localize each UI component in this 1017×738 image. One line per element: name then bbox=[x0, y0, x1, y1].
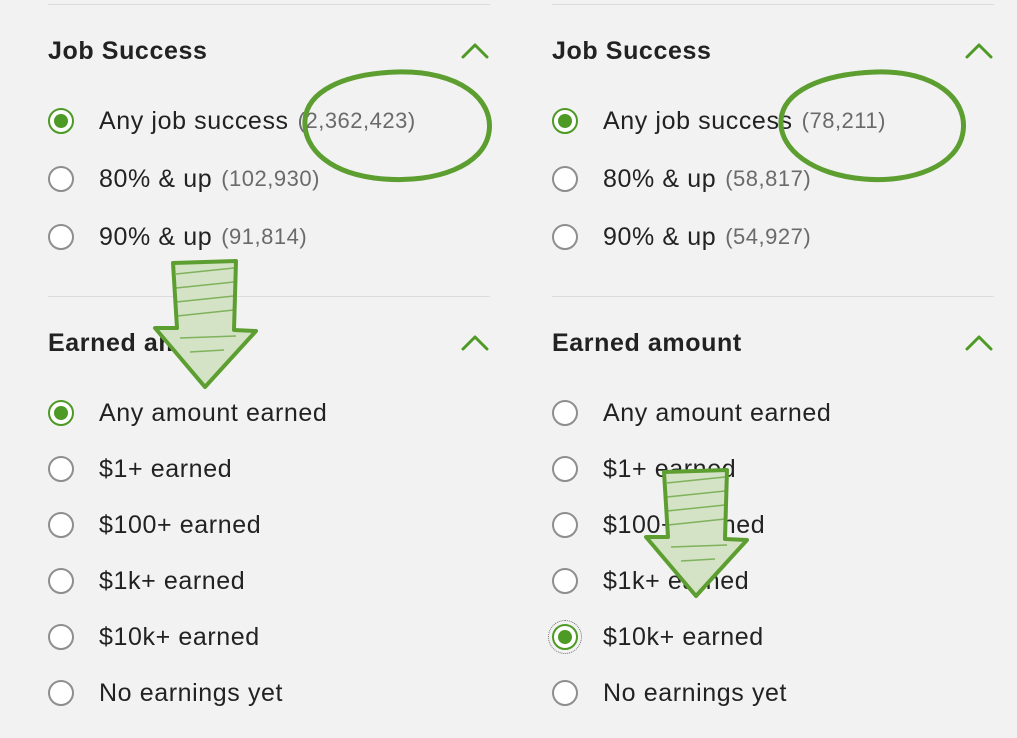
option-label: $100+ earned bbox=[99, 510, 262, 539]
option-count: (2,362,423) bbox=[297, 108, 416, 133]
option-label: No earnings yet bbox=[99, 678, 284, 707]
radio-button[interactable] bbox=[552, 400, 578, 426]
option-label: 90% & up bbox=[99, 222, 213, 251]
filter-panel-right: Job Success Any job success (78,211) 80%… bbox=[548, 0, 994, 738]
option-label: Any job success bbox=[603, 106, 793, 135]
radio-button[interactable] bbox=[552, 512, 578, 538]
radio-button[interactable] bbox=[48, 512, 74, 538]
radio-option-1-plus[interactable]: $1+ earned bbox=[48, 453, 232, 485]
radio-option-any-amount[interactable]: Any amount earned bbox=[552, 397, 831, 429]
option-label: No earnings yet bbox=[603, 678, 788, 707]
radio-button[interactable] bbox=[48, 224, 74, 250]
option-label: $1+ earned bbox=[99, 454, 233, 483]
radio-button[interactable] bbox=[552, 568, 578, 594]
job-success-heading: Job Success bbox=[552, 37, 712, 65]
radio-button[interactable] bbox=[552, 224, 578, 250]
radio-button[interactable] bbox=[552, 680, 578, 706]
job-success-heading: Job Success bbox=[48, 37, 208, 65]
radio-option-80-up[interactable]: 80% & up (58,817) bbox=[552, 163, 811, 195]
radio-button[interactable] bbox=[48, 456, 74, 482]
option-count: (102,930) bbox=[221, 166, 320, 191]
option-count: (78,211) bbox=[801, 108, 886, 133]
option-count: (54,927) bbox=[725, 224, 812, 249]
radio-option-80-up[interactable]: 80% & up (102,930) bbox=[48, 163, 320, 195]
radio-option-90-up[interactable]: 90% & up (91,814) bbox=[48, 221, 307, 253]
option-label: $100+ earned bbox=[603, 510, 766, 539]
radio-button-checked[interactable] bbox=[552, 108, 578, 134]
radio-button[interactable] bbox=[552, 456, 578, 482]
radio-button[interactable] bbox=[552, 166, 578, 192]
radio-button[interactable] bbox=[48, 680, 74, 706]
option-count: (91,814) bbox=[221, 224, 308, 249]
radio-option-90-up[interactable]: 90% & up (54,927) bbox=[552, 221, 811, 253]
option-label: 80% & up bbox=[603, 164, 717, 193]
radio-button-checked[interactable] bbox=[48, 400, 74, 426]
option-label: $1+ earned bbox=[603, 454, 737, 483]
radio-option-no-earnings[interactable]: No earnings yet bbox=[48, 677, 283, 709]
radio-option-1k-plus[interactable]: $1k+ earned bbox=[48, 565, 245, 597]
radio-option-1-plus[interactable]: $1+ earned bbox=[552, 453, 736, 485]
radio-option-100-plus[interactable]: $100+ earned bbox=[48, 509, 261, 541]
option-label: Any amount earned bbox=[99, 398, 328, 427]
divider bbox=[48, 296, 490, 297]
chevron-up-icon[interactable] bbox=[964, 40, 994, 62]
option-count: (58,817) bbox=[725, 166, 812, 191]
option-label: $1k+ earned bbox=[603, 566, 750, 595]
divider bbox=[552, 296, 994, 297]
chevron-up-icon[interactable] bbox=[460, 40, 490, 62]
radio-option-100-plus[interactable]: $100+ earned bbox=[552, 509, 765, 541]
divider bbox=[552, 4, 994, 5]
option-label: $10k+ earned bbox=[603, 622, 764, 651]
option-label: $10k+ earned bbox=[99, 622, 260, 651]
option-label: 90% & up bbox=[603, 222, 717, 251]
radio-option-10k-plus[interactable]: $10k+ earned bbox=[548, 620, 764, 654]
filter-panel-left: Job Success Any job success (2,362,423) … bbox=[48, 0, 490, 738]
chevron-up-icon[interactable] bbox=[964, 332, 994, 354]
radio-button[interactable] bbox=[48, 624, 74, 650]
radio-button-checked[interactable] bbox=[48, 108, 74, 134]
option-label: 80% & up bbox=[99, 164, 213, 193]
radio-option-any-job-success[interactable]: Any job success (78,211) bbox=[552, 105, 886, 137]
radio-button[interactable] bbox=[48, 166, 74, 192]
option-label: Any amount earned bbox=[603, 398, 832, 427]
radio-option-any-job-success[interactable]: Any job success (2,362,423) bbox=[48, 105, 416, 137]
earned-amount-heading: Earned amount bbox=[552, 329, 742, 357]
radio-button[interactable] bbox=[48, 568, 74, 594]
radio-option-1k-plus[interactable]: $1k+ earned bbox=[552, 565, 749, 597]
earned-amount-heading: Earned amount bbox=[48, 329, 238, 357]
option-label: $1k+ earned bbox=[99, 566, 246, 595]
radio-button-checked[interactable] bbox=[548, 620, 582, 654]
radio-option-no-earnings[interactable]: No earnings yet bbox=[552, 677, 787, 709]
chevron-up-icon[interactable] bbox=[460, 332, 490, 354]
divider bbox=[48, 4, 490, 5]
radio-option-any-amount[interactable]: Any amount earned bbox=[48, 397, 327, 429]
option-label: Any job success bbox=[99, 106, 289, 135]
radio-option-10k-plus[interactable]: $10k+ earned bbox=[48, 621, 260, 653]
